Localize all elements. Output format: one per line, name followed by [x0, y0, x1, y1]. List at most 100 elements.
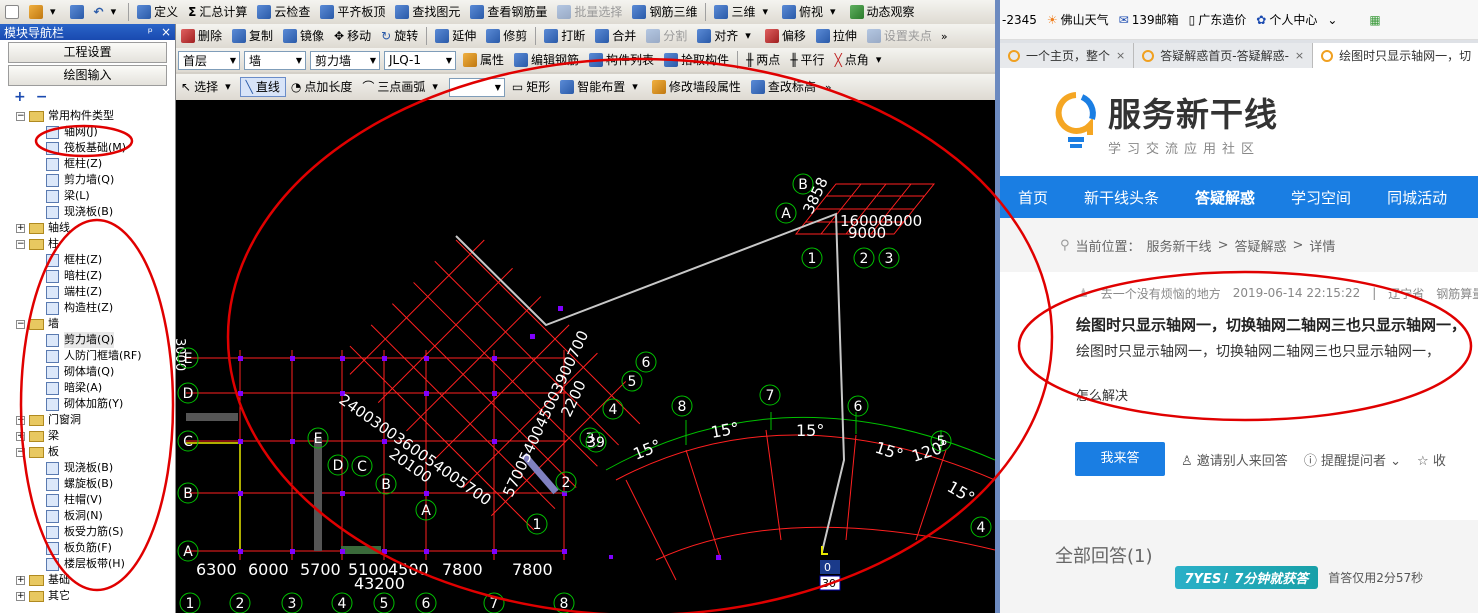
- align-button[interactable]: 对齐 ▾: [692, 26, 760, 46]
- rotate-button[interactable]: ↻ 旋转: [376, 26, 423, 46]
- move-button[interactable]: ✥ 移动: [329, 26, 376, 46]
- tree-item[interactable]: 人防门框墙(RF): [0, 348, 175, 364]
- tree-item[interactable]: 柱帽(V): [0, 492, 175, 508]
- batch-select-button[interactable]: 批量选择: [552, 2, 627, 22]
- tree-item[interactable]: 剪力墙(Q): [0, 172, 175, 188]
- sum-calc-button[interactable]: Σ 汇总计算: [183, 2, 252, 22]
- axis-bubble[interactable]: B: [375, 473, 397, 495]
- nav-item[interactable]: 新干线头条: [1066, 187, 1177, 208]
- tree-item[interactable]: 板洞(N): [0, 508, 175, 524]
- three-point-arc-button[interactable]: ⌒ 三点画弧 ▾: [357, 77, 447, 97]
- bookmark[interactable]: ▯ 广东造价: [1189, 11, 1247, 28]
- save-button[interactable]: [65, 2, 89, 22]
- bookmark[interactable]: ☀ 佛山天气: [1047, 11, 1109, 28]
- tree-item[interactable]: 端柱(Z): [0, 284, 175, 300]
- close-icon[interactable]: ×: [1116, 49, 1125, 62]
- tree-item[interactable]: 剪力墙(Q): [0, 332, 175, 348]
- axis-bubble[interactable]: 1: [179, 592, 201, 613]
- tree-item[interactable]: 筏板基础(M): [0, 140, 175, 156]
- point-angle-button[interactable]: ╳ 点角 ▾: [830, 50, 891, 70]
- axis-bubble[interactable]: 1: [526, 513, 548, 535]
- two-points-button[interactable]: ╫ 两点: [741, 50, 785, 70]
- axis-bubble[interactable]: A: [775, 202, 797, 224]
- collect-link[interactable]: ☆ 收: [1417, 450, 1446, 469]
- axis-bubble[interactable]: 8: [671, 395, 693, 417]
- bookmark[interactable]: ✿ 个人中心: [1256, 11, 1317, 28]
- edit-rebar-button[interactable]: 编辑钢筋: [509, 50, 584, 70]
- tree-item[interactable]: + 门窗洞: [0, 412, 175, 428]
- delete-button[interactable]: 删除: [176, 26, 227, 46]
- pick-component-button[interactable]: 拾取构件: [659, 50, 734, 70]
- tree-item[interactable]: 螺旋板(B): [0, 476, 175, 492]
- expand-all-icon[interactable]: +: [14, 89, 26, 105]
- axis-bubble[interactable]: 4: [602, 398, 624, 420]
- axis-bubble[interactable]: 4: [331, 592, 353, 613]
- tree-item[interactable]: 框柱(Z): [0, 156, 175, 172]
- bookmark[interactable]: ✉ 139邮箱: [1119, 11, 1179, 28]
- tree-item[interactable]: − 板: [0, 444, 175, 460]
- smart-layout-button[interactable]: 智能布置 ▾: [555, 77, 647, 97]
- tree-item[interactable]: + 梁: [0, 428, 175, 444]
- align-slab-top-button[interactable]: 平齐板顶: [315, 2, 390, 22]
- expand-icon[interactable]: +: [16, 575, 25, 585]
- type-select[interactable]: 墙 ▼: [244, 50, 306, 70]
- breadcrumb-item[interactable]: 答疑解惑: [1234, 236, 1286, 255]
- tree-item[interactable]: 轴网(J): [0, 124, 175, 140]
- cad-canvas[interactable]: 6300 6000 5700 5100 4500 7800 7800 43200…: [176, 100, 995, 613]
- tree-item[interactable]: − 墙: [0, 316, 175, 332]
- component-list-button[interactable]: 构件列表: [584, 50, 659, 70]
- axis-bubble[interactable]: 5: [373, 592, 395, 613]
- tree-item[interactable]: 暗梁(A): [0, 380, 175, 396]
- rectangle-button[interactable]: ▭ 矩形: [507, 77, 555, 97]
- tree-item[interactable]: 暗柱(Z): [0, 268, 175, 284]
- apps-icon[interactable]: ▦: [1369, 13, 1380, 27]
- axis-bubble[interactable]: 6: [847, 395, 869, 417]
- question-author[interactable]: 去一个没有烦恼的地方: [1101, 285, 1221, 302]
- expand-icon[interactable]: +: [16, 431, 25, 441]
- axis-bubble[interactable]: 6: [415, 592, 437, 613]
- select-button[interactable]: ↖ 选择 ▾: [176, 77, 240, 97]
- tree-item[interactable]: 现浇板(B): [0, 460, 175, 476]
- check-elevation-button[interactable]: 查改标高: [746, 77, 821, 97]
- tree-item[interactable]: + 基础: [0, 572, 175, 588]
- expand-icon[interactable]: +: [16, 591, 25, 601]
- tree-item[interactable]: + 其它: [0, 588, 175, 604]
- view-rebar-qty-button[interactable]: 查看钢筋量: [465, 2, 552, 22]
- tree-item[interactable]: + 轴线: [0, 220, 175, 236]
- nav-item[interactable]: 学习空间: [1273, 187, 1369, 208]
- point-length-button[interactable]: ◔ 点加长度: [286, 77, 358, 97]
- new-file-button[interactable]: [0, 2, 24, 22]
- nav-item[interactable]: 答疑解惑: [1177, 187, 1273, 208]
- undo-button[interactable]: ↶ ▾: [89, 2, 126, 22]
- invite-link[interactable]: ♙ 邀请别人来回答: [1181, 450, 1288, 469]
- tree-item[interactable]: 梁(L): [0, 188, 175, 204]
- site-logo[interactable]: 服务新干线 学习交流应用社区: [1000, 68, 1478, 176]
- tree-item[interactable]: − 常用构件类型: [0, 108, 175, 124]
- tree-item[interactable]: 框柱(Z): [0, 252, 175, 268]
- extend-button[interactable]: 延伸: [430, 26, 481, 46]
- more-chevron-icon[interactable]: »: [821, 81, 836, 94]
- break-button[interactable]: 打断: [539, 26, 590, 46]
- chevron-down-icon[interactable]: ⌄: [1327, 13, 1337, 27]
- nav-item[interactable]: 首页: [1000, 187, 1066, 208]
- cloud-check-button[interactable]: 云检查: [252, 2, 315, 22]
- collapse-icon[interactable]: −: [16, 111, 25, 121]
- browser-tab[interactable]: 绘图时只显示轴网一，切×: [1313, 43, 1478, 68]
- drawing-input-button[interactable]: 绘图输入: [8, 65, 167, 86]
- project-settings-button[interactable]: 工程设置: [8, 42, 167, 63]
- browser-tab[interactable]: 一个主页，整个 ×: [1000, 43, 1135, 68]
- find-element-button[interactable]: 查找图元: [390, 2, 465, 22]
- pin-icon[interactable]: ᵖ: [148, 25, 153, 39]
- orbit-button[interactable]: 动态观察: [845, 2, 920, 22]
- element-select[interactable]: JLQ-1 ▼: [384, 50, 456, 70]
- browser-tab[interactable]: 答疑解惑首页-答疑解惑- ×: [1134, 43, 1314, 68]
- modify-wall-button[interactable]: 修改墙段属性: [647, 77, 746, 97]
- close-icon[interactable]: ×: [161, 25, 171, 39]
- collapse-icon[interactable]: −: [16, 447, 25, 457]
- trim-button[interactable]: 修剪: [481, 26, 532, 46]
- offset-button[interactable]: 偏移: [760, 26, 811, 46]
- breadcrumb-item[interactable]: 服务新干线: [1147, 236, 1212, 255]
- parallel-button[interactable]: ╫ 平行: [785, 50, 829, 70]
- answer-button[interactable]: 我来答: [1075, 442, 1165, 476]
- axis-bubble[interactable]: 5: [621, 370, 643, 392]
